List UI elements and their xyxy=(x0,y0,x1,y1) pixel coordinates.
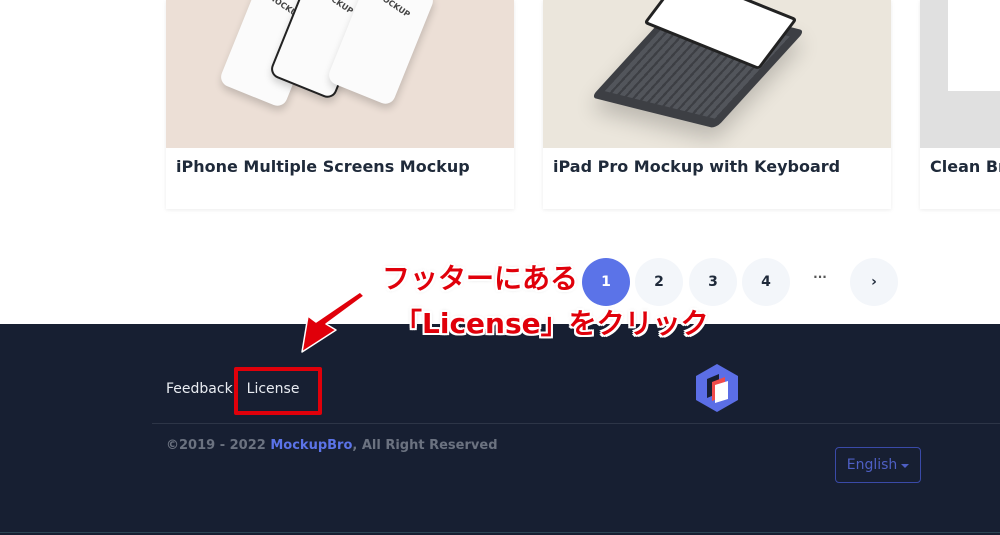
copyright-years: ©2019 - 2022 xyxy=(166,438,271,453)
page-button-2[interactable]: 2 xyxy=(635,258,683,306)
page: MOCKUP MOCKUP MOCKUP iPhone Multiple Scr… xyxy=(0,0,1000,535)
page-button-1[interactable]: 1 xyxy=(582,258,630,306)
copyright-suffix: , All Right Reserved xyxy=(352,438,498,453)
annotation-text-line1: フッターにある xyxy=(382,262,579,295)
product-card[interactable]: MOCKUP MOCKUP MOCKUP iPhone Multiple Scr… xyxy=(166,0,514,209)
footer: Feedback License ©2019 - 2022 MockupBro,… xyxy=(0,324,1000,535)
copyright-text: ©2019 - 2022 MockupBro, All Right Reserv… xyxy=(166,438,498,453)
next-page-button[interactable]: › xyxy=(850,258,898,306)
annotation-text-line2: 「License」をクリック xyxy=(394,307,709,340)
language-label: English xyxy=(846,457,898,473)
product-card[interactable]: Clean Br xyxy=(920,0,1000,209)
card-thumbnail[interactable] xyxy=(920,0,1000,148)
annotation-arrow-icon xyxy=(301,291,365,353)
brand-link[interactable]: MockupBro xyxy=(270,438,352,453)
caret-down-icon xyxy=(901,463,910,468)
page-button-3[interactable]: 3 xyxy=(689,258,737,306)
footer-bottom-border xyxy=(0,532,1000,533)
card-title[interactable]: Clean Br xyxy=(930,157,1000,176)
footer-divider xyxy=(152,423,1000,424)
feedback-link[interactable]: Feedback xyxy=(166,381,233,397)
card-title[interactable]: iPad Pro Mockup with Keyboard xyxy=(553,157,840,176)
pagination-ellipsis: ··· xyxy=(813,270,827,284)
product-card[interactable]: iPad Pro Mockup with Keyboard xyxy=(543,0,891,209)
page-button-4[interactable]: 4 xyxy=(742,258,790,306)
card-thumbnail[interactable] xyxy=(543,0,891,148)
mockup-label: MOCKUP xyxy=(374,0,412,20)
language-dropdown[interactable]: English xyxy=(835,447,921,483)
mockup-label: MOCKUP xyxy=(317,0,355,16)
mockup-image xyxy=(948,0,1000,91)
card-title[interactable]: iPhone Multiple Screens Mockup xyxy=(176,157,470,176)
mockupbro-logo-icon[interactable] xyxy=(694,363,740,413)
card-thumbnail[interactable]: MOCKUP MOCKUP MOCKUP xyxy=(166,0,514,148)
annotation-highlight-box xyxy=(234,367,322,415)
